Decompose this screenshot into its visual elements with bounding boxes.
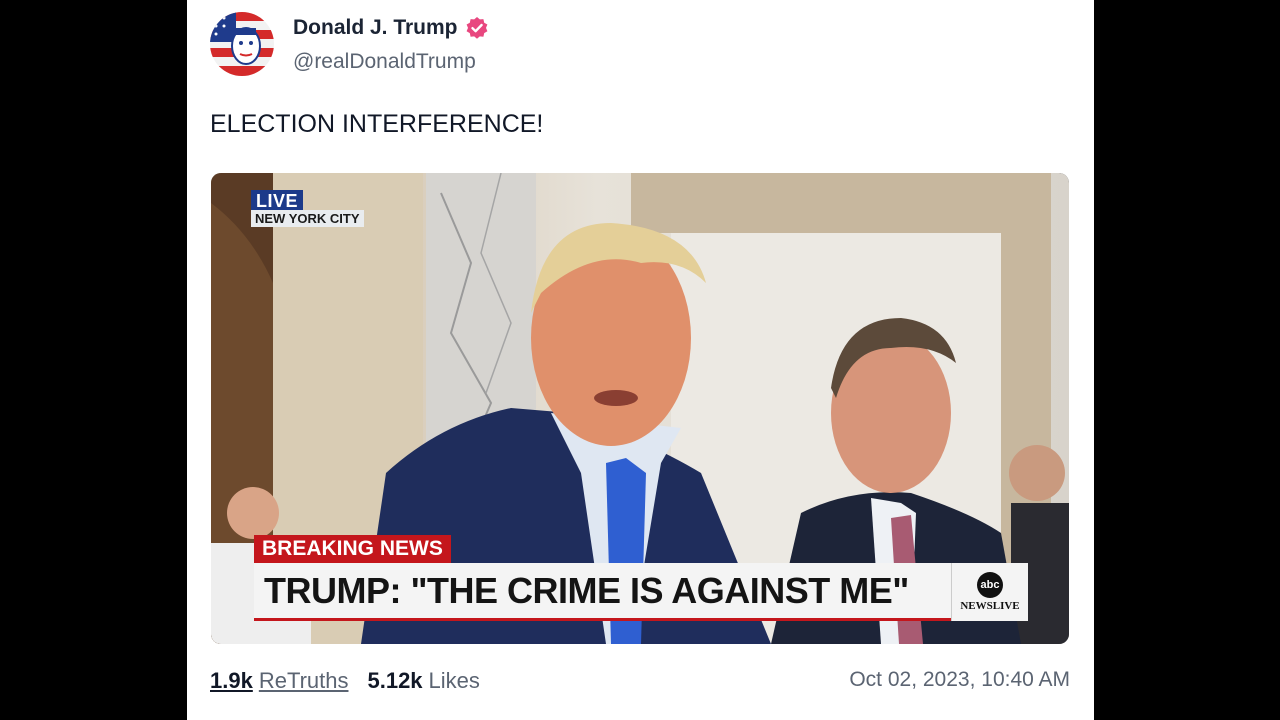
verified-badge-icon [465, 16, 489, 40]
retruths-count[interactable]: 1.9k [210, 668, 253, 694]
flag-avatar-icon [210, 12, 274, 76]
likes-label[interactable]: Likes [429, 668, 480, 694]
network-logo: abc NEWSLIVE [951, 563, 1028, 621]
avatar[interactable] [210, 12, 274, 76]
breaking-news-banner: BREAKING NEWS [254, 535, 451, 563]
post-video[interactable]: LIVE NEW YORK CITY BREAKING NEWS TRUMP: … [211, 173, 1069, 644]
author-name-text: Donald J. Trump [293, 16, 458, 39]
post-stats: 1.9k ReTruths 5.12k Likes [210, 668, 480, 694]
abc-logo-icon: abc [977, 572, 1003, 598]
post-card: Donald J. Trump @realDonaldTrump ELECTIO… [187, 0, 1094, 720]
author-name[interactable]: Donald J. Trump [293, 16, 489, 40]
retruths-label[interactable]: ReTruths [259, 668, 349, 694]
news-headline: TRUMP: "THE CRIME IS AGAINST ME" [254, 563, 951, 621]
post-timestamp[interactable]: Oct 02, 2023, 10:40 AM [849, 668, 1070, 692]
post-text: ELECTION INTERFERENCE! [210, 110, 544, 138]
author-handle[interactable]: @realDonaldTrump [293, 50, 476, 74]
likes-count[interactable]: 5.12k [367, 668, 422, 694]
location-badge: NEW YORK CITY [251, 210, 364, 227]
network-sub-label: NEWSLIVE [960, 600, 1020, 612]
